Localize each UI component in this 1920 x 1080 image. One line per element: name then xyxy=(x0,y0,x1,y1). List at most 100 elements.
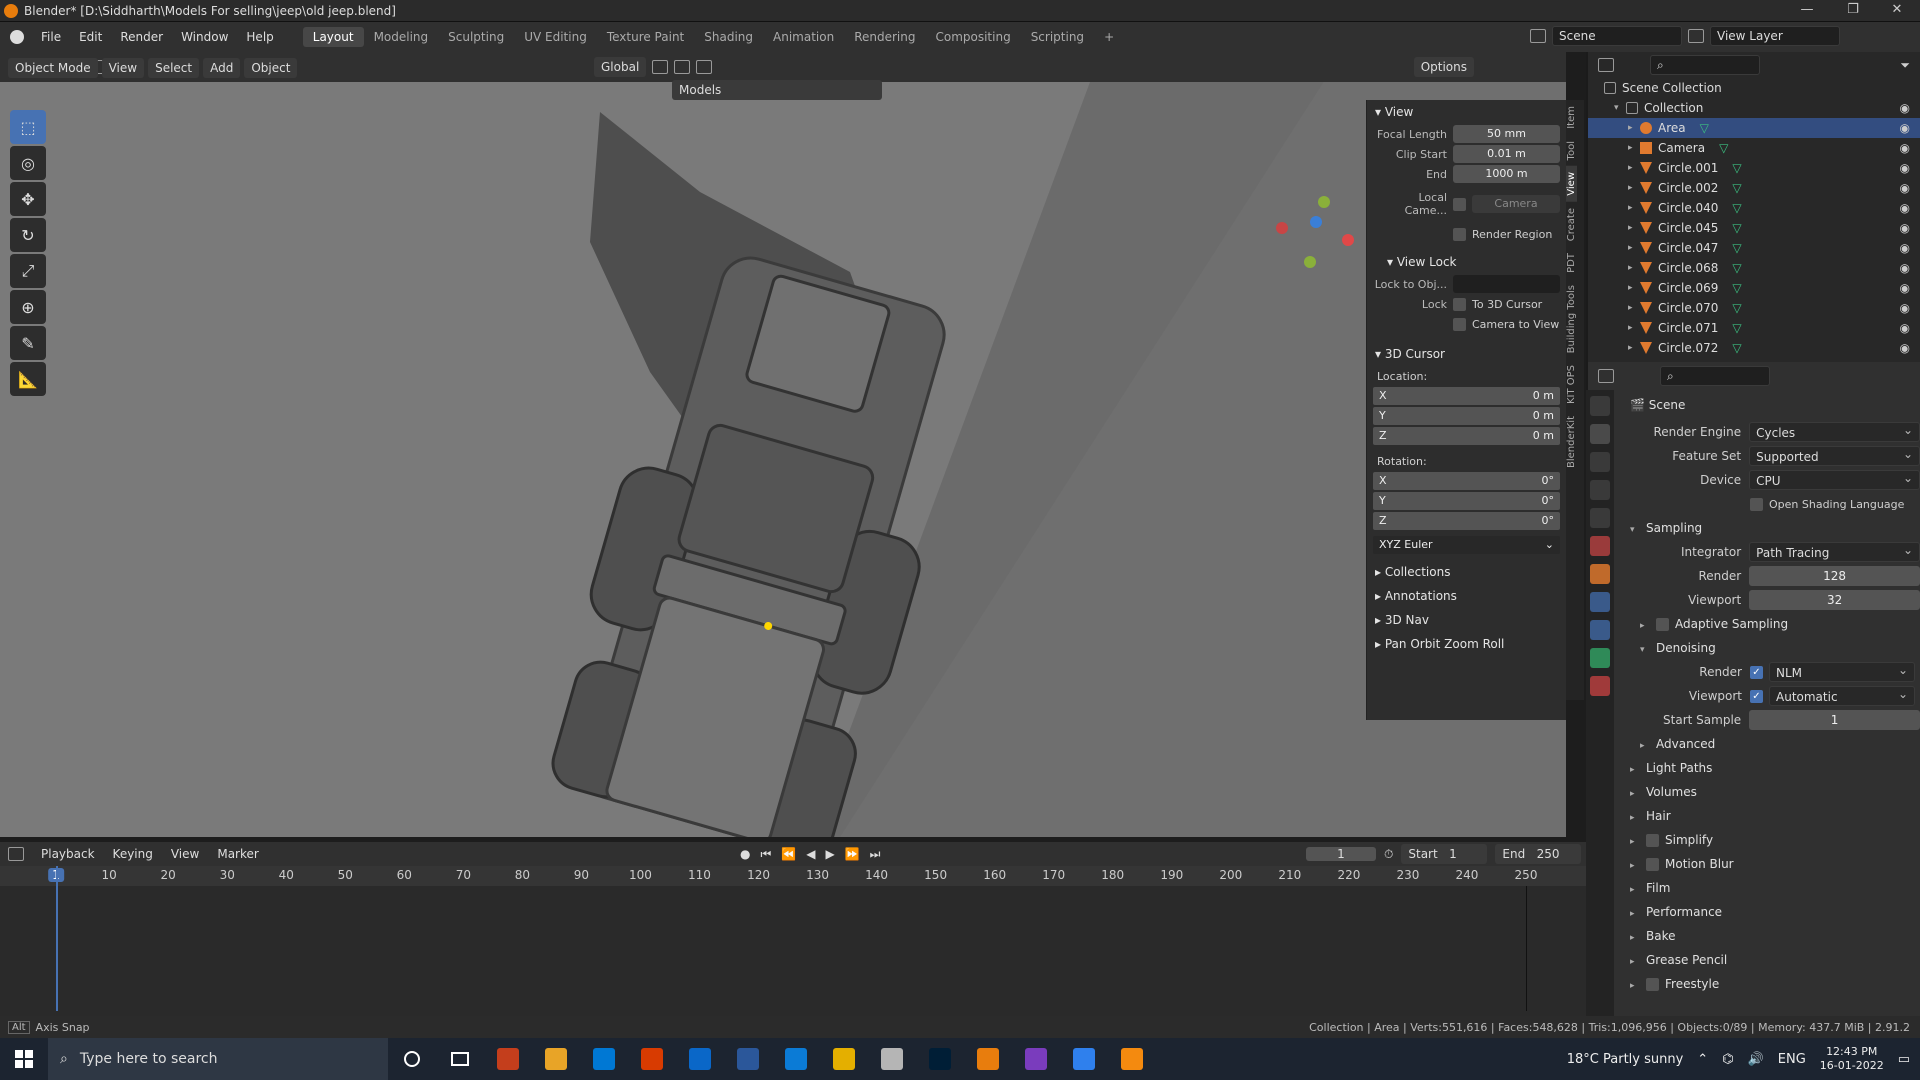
render-region-checkbox[interactable] xyxy=(1453,227,1466,241)
taskbar-app-icon[interactable] xyxy=(484,1038,532,1080)
expand-icon[interactable]: ▸ xyxy=(1628,158,1640,178)
timeline-area[interactable] xyxy=(0,866,1586,1016)
expand-icon[interactable]: ▸ xyxy=(1628,338,1640,358)
frame-ruler[interactable]: 1102030405060708090100110120130140150160… xyxy=(0,866,1586,886)
eye-icon[interactable]: ◉ xyxy=(1900,98,1910,118)
cursor-tool-icon[interactable]: ◎ xyxy=(10,146,46,180)
play-reverse-icon[interactable]: ◀ xyxy=(806,847,815,862)
world-tab-icon[interactable] xyxy=(1590,536,1610,556)
properties-panel[interactable]: ▸ Volumes xyxy=(1620,780,1920,804)
marker-menu[interactable]: Marker xyxy=(208,847,267,861)
view-layer-icon[interactable] xyxy=(1688,29,1704,43)
close-icon[interactable]: ✕ xyxy=(1874,0,1920,22)
object-tab-icon[interactable] xyxy=(1590,564,1610,584)
scene-icon[interactable] xyxy=(1530,29,1546,43)
denoise-viewport-checkbox[interactable]: ✓ xyxy=(1750,689,1763,703)
playback-menu[interactable]: Playback xyxy=(32,847,104,861)
denoise-render-dropdown[interactable]: NLM xyxy=(1769,660,1915,682)
cursor-rotation-z[interactable]: Z 0° xyxy=(1373,512,1560,530)
cursor-rotation-x[interactable]: X 0° xyxy=(1373,472,1560,490)
outliner-item[interactable]: ▸ Circle.069 ▽ ◉ xyxy=(1588,278,1920,298)
eye-icon[interactable]: ◉ xyxy=(1900,278,1910,298)
rotation-mode-dropdown[interactable]: XYZ Euler ⌄ xyxy=(1373,536,1560,554)
taskbar-app-icon[interactable] xyxy=(1012,1038,1060,1080)
keying-menu[interactable]: Keying xyxy=(104,847,162,861)
outliner-item[interactable]: ▸ Circle.002 ▽ ◉ xyxy=(1588,178,1920,198)
taskbar-app-icon[interactable] xyxy=(724,1038,772,1080)
expand-icon[interactable]: ▸ xyxy=(1628,278,1640,298)
integrator-dropdown[interactable]: Path Tracing xyxy=(1749,540,1920,562)
view-layer-selector[interactable]: View Layer xyxy=(1710,26,1840,46)
add-workspace-icon[interactable]: + xyxy=(1094,27,1124,47)
taskbar-app-icon[interactable] xyxy=(772,1038,820,1080)
start-frame-field[interactable]: Start 1 xyxy=(1401,844,1488,864)
move-tool-icon[interactable]: ✥ xyxy=(10,182,46,216)
panel-checkbox[interactable] xyxy=(1646,858,1659,871)
advanced-panel[interactable]: ▸ Advanced xyxy=(1620,732,1920,756)
tab-texture-paint[interactable]: Texture Paint xyxy=(597,27,694,47)
outliner-item[interactable]: ▸ Camera ▽ ◉ xyxy=(1588,138,1920,158)
volume-icon[interactable]: 🔊 xyxy=(1748,1052,1764,1067)
local-camera-checkbox[interactable] xyxy=(1453,197,1466,211)
tab-rendering[interactable]: Rendering xyxy=(844,27,925,47)
properties-panel[interactable]: ▸ Motion Blur xyxy=(1620,852,1920,876)
collection-filter[interactable]: Models xyxy=(672,80,882,100)
transform-tool-icon[interactable]: ⊕ xyxy=(10,290,46,324)
render-samples-field[interactable]: 128 xyxy=(1749,566,1920,586)
next-key-icon[interactable]: ⏩ xyxy=(845,847,860,862)
3d-cursor-header[interactable]: ▾ 3D Cursor xyxy=(1367,342,1566,366)
windows-start-icon[interactable] xyxy=(0,1038,48,1080)
eye-icon[interactable]: ◉ xyxy=(1900,158,1910,178)
weather-widget[interactable]: 18°C Partly sunny xyxy=(1567,1052,1684,1067)
tab-create[interactable]: Create xyxy=(1566,202,1577,247)
properties-panel[interactable]: ▸ Hair xyxy=(1620,804,1920,828)
lock-to-object-field[interactable] xyxy=(1453,275,1560,293)
device-dropdown[interactable]: CPU xyxy=(1749,468,1920,490)
jump-end-icon[interactable]: ⏭ xyxy=(870,847,881,862)
outliner-item[interactable]: ▸ Circle.001 ▽ ◉ xyxy=(1588,158,1920,178)
tab-pdt[interactable]: PDT xyxy=(1566,247,1577,279)
taskbar-app-icon[interactable] xyxy=(868,1038,916,1080)
eye-icon[interactable]: ◉ xyxy=(1900,318,1910,338)
denoise-render-checkbox[interactable]: ✓ xyxy=(1750,665,1763,679)
outliner-item[interactable]: ▸ Circle.071 ▽ ◉ xyxy=(1588,318,1920,338)
texture-tab-icon[interactable] xyxy=(1590,676,1610,696)
taskbar-app-icon[interactable] xyxy=(628,1038,676,1080)
eye-icon[interactable]: ◉ xyxy=(1900,298,1910,318)
outliner-item[interactable]: ▸ Circle.070 ▽ ◉ xyxy=(1588,298,1920,318)
proportional-edit-icon[interactable] xyxy=(696,60,713,74)
expand-icon[interactable]: ▸ xyxy=(1628,138,1640,158)
denoising-panel[interactable]: ▾ Denoising xyxy=(1620,636,1920,660)
physics-tab-icon[interactable] xyxy=(1590,592,1610,612)
outliner-item[interactable]: ▸ Area ▽ ◉ xyxy=(1588,118,1920,138)
sampling-panel[interactable]: ▾ Sampling xyxy=(1620,516,1920,540)
timeline-view-menu[interactable]: View xyxy=(162,847,208,861)
record-icon[interactable]: ● xyxy=(740,847,750,862)
denoise-viewport-dropdown[interactable]: Automatic xyxy=(1769,684,1915,706)
annotate-tool-icon[interactable]: ✎ xyxy=(10,326,46,360)
collections-panel[interactable]: ▸ Collections xyxy=(1367,560,1566,584)
eye-icon[interactable]: ◉ xyxy=(1900,338,1910,358)
notification-icon[interactable]: ▭ xyxy=(1898,1052,1910,1067)
snap-icon[interactable] xyxy=(674,60,691,74)
eye-icon[interactable]: ◉ xyxy=(1900,198,1910,218)
taskbar-app-icon[interactable] xyxy=(1060,1038,1108,1080)
adaptive-sampling-panel[interactable]: ▸ Adaptive Sampling xyxy=(1620,612,1920,636)
properties-panel[interactable]: ▸ Light Paths xyxy=(1620,756,1920,780)
language-indicator[interactable]: ENG xyxy=(1778,1052,1806,1067)
end-frame-field[interactable]: End 250 xyxy=(1495,844,1582,864)
tab-view[interactable]: View xyxy=(1566,166,1577,202)
tray-chevron-icon[interactable]: ⌃ xyxy=(1697,1052,1708,1067)
minimize-icon[interactable]: — xyxy=(1784,0,1830,22)
tab-kit-ops[interactable]: KIT OPS xyxy=(1566,359,1577,410)
menu-edit[interactable]: Edit xyxy=(70,30,111,44)
3d-viewport[interactable] xyxy=(0,82,1566,837)
cursor-location-x[interactable]: X0 m xyxy=(1373,387,1560,405)
menu-object[interactable]: Object xyxy=(244,58,298,78)
tab-layout[interactable]: Layout xyxy=(302,27,364,47)
tab-building-tools[interactable]: Building Tools xyxy=(1566,279,1577,359)
taskbar-app-icon[interactable] xyxy=(676,1038,724,1080)
restore-icon[interactable]: ❐ xyxy=(1830,0,1876,22)
menu-render[interactable]: Render xyxy=(111,30,172,44)
cortana-icon[interactable] xyxy=(388,1038,436,1080)
